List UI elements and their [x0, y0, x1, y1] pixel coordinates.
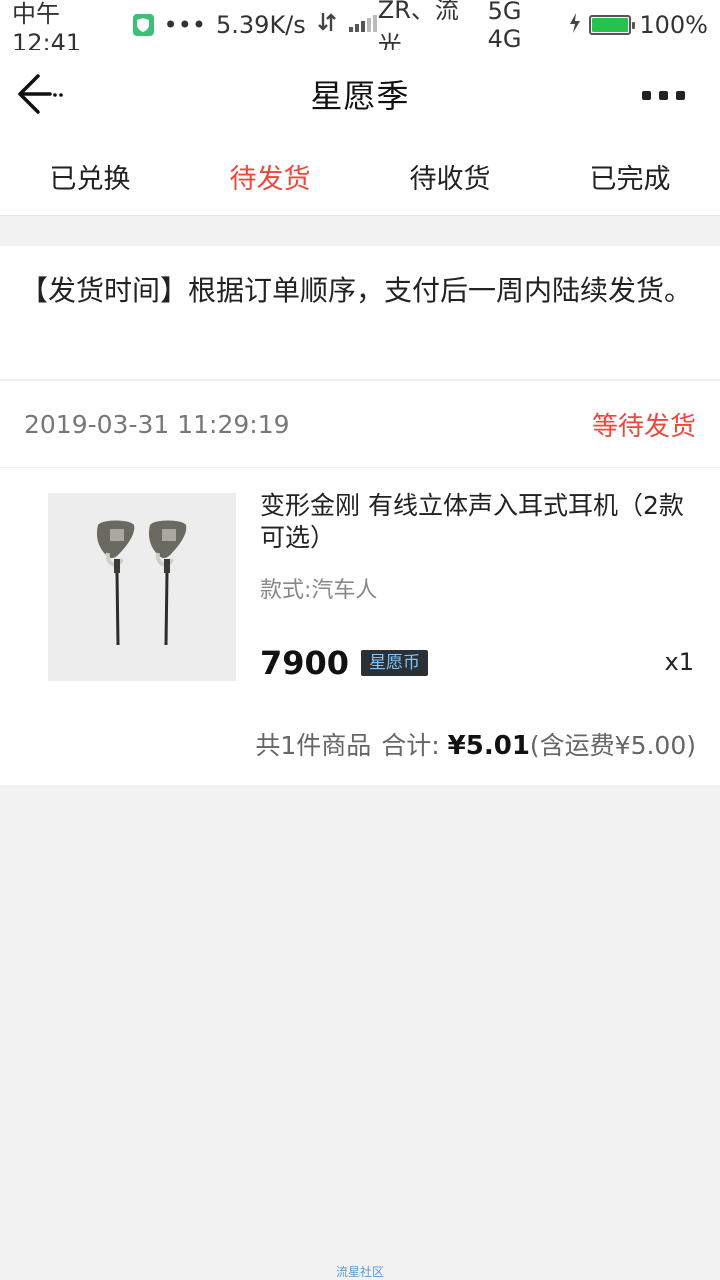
tab-pending-shipment[interactable]: 待发货 [180, 138, 360, 215]
shield-icon [132, 14, 154, 36]
back-button[interactable] [16, 72, 70, 116]
status-time: 中午12:41 [12, 0, 82, 57]
shipping-notice: 【发货时间】根据订单顺序，支付后一周内陆续发货。 [0, 246, 720, 380]
footer-brand: 流星社区 [335, 1265, 384, 1279]
product-spec: 款式:汽车人 [260, 578, 378, 603]
status-bar: 中午12:41 ••• 5.39K/s ZR、流光 5G 4G 100% [0, 0, 720, 59]
battery-percent: 100% [639, 11, 708, 39]
order-time: 2019-03-31 11:29:19 [24, 409, 290, 439]
battery-icon [588, 15, 636, 35]
network-speed: 5.39K/s [216, 11, 306, 39]
item-count: 共1件商品 [255, 731, 372, 760]
tab-exchanged[interactable]: 已兑换 [0, 138, 180, 215]
charging-icon [569, 11, 581, 39]
order-total: ¥5.01 [447, 731, 530, 761]
tab-pending-receipt[interactable]: 待收货 [360, 138, 540, 215]
signal-icon [348, 11, 378, 39]
network-type: 5G 4G [487, 0, 522, 53]
product-price: 7900 星愿币 [260, 644, 429, 682]
order-card[interactable]: 2019-03-31 11:29:19 等待发货 变形金刚 有线立体声入耳式耳机… [0, 381, 720, 785]
product-item[interactable]: 变形金刚 有线立体声入耳式耳机（2款可选） 款式:汽车人 7900 星愿币 x1 [0, 468, 720, 698]
back-arrow-icon [18, 74, 63, 114]
product-image [48, 493, 236, 681]
order-tabs: 已兑换 待发货 待收货 已完成 [0, 138, 720, 216]
status-dots: ••• [163, 11, 206, 39]
order-status: 等待发货 [591, 411, 696, 442]
order-header: 2019-03-31 11:29:19 等待发货 [0, 381, 720, 468]
product-quantity: x1 [664, 648, 694, 676]
currency-badge: 星愿币 [361, 650, 429, 676]
earphones-icon [96, 520, 187, 646]
shipping-fee: (含运费¥5.00) [529, 731, 696, 760]
product-name: 变形金刚 有线立体声入耳式耳机（2款可选） [260, 491, 684, 552]
page-title: 星愿季 [310, 77, 410, 115]
price-value: 7900 [260, 644, 350, 682]
order-summary: 共1件商品 合计: ¥5.01 (含运费¥5.00) [255, 726, 696, 762]
more-dots-icon [642, 90, 651, 100]
tab-completed[interactable]: 已完成 [540, 138, 720, 215]
total-label: 合计: [381, 731, 440, 760]
more-button[interactable] [642, 80, 690, 110]
nav-header: 星愿季 [0, 50, 720, 138]
data-arrows-icon [316, 11, 338, 39]
